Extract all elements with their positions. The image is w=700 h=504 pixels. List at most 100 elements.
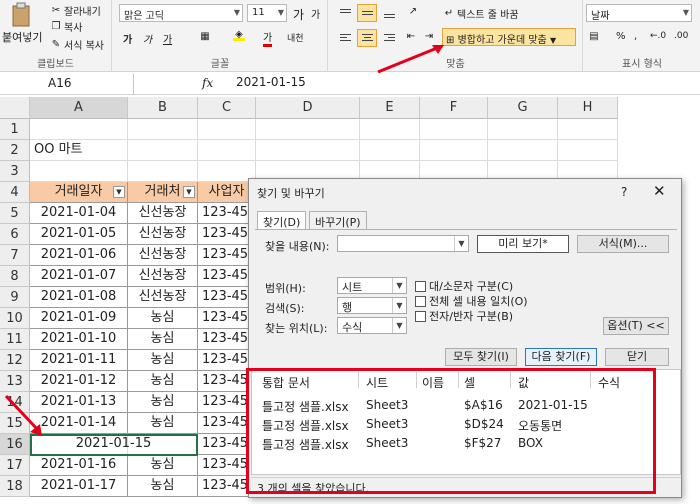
indent-decrease-button[interactable]: ⇤ <box>405 31 417 43</box>
number-format-select[interactable]: 날짜 ▼ <box>586 4 692 22</box>
table-cell[interactable]: 2021-01-14 <box>30 413 128 434</box>
align-center-button[interactable] <box>357 29 377 47</box>
table-cell[interactable]: 농심 <box>128 329 198 350</box>
table-cell[interactable]: 2021-01-11 <box>30 350 128 371</box>
currency-button[interactable]: ▤ <box>588 31 600 43</box>
row-header-16[interactable]: 16 <box>0 434 30 455</box>
row-header-12[interactable]: 12 <box>0 350 30 371</box>
tab-find[interactable]: 찾기(D) <box>257 211 307 229</box>
row-header-18[interactable]: 18 <box>0 476 30 497</box>
grow-font-button[interactable]: 가 <box>293 6 304 23</box>
cell[interactable] <box>128 161 198 182</box>
table-cell[interactable]: 2021-01-07 <box>30 266 128 287</box>
table-cell[interactable]: 2021-01-04 <box>30 203 128 224</box>
table-cell[interactable]: 농심 <box>128 371 198 392</box>
row-header-6[interactable]: 6 <box>0 224 30 245</box>
merge-center-button[interactable]: ⊞ 병합하고 가운데 맞춤 ▼ <box>442 28 576 46</box>
cell[interactable] <box>360 119 420 140</box>
table-cell[interactable]: 2021-01-10 <box>30 329 128 350</box>
search-select[interactable]: 행 ▼ <box>337 297 407 314</box>
border-button[interactable]: ▦ <box>199 31 211 43</box>
fill-color-button[interactable]: ◈ <box>233 29 245 41</box>
font-color-button[interactable]: 가 <box>263 29 273 47</box>
within-select[interactable]: 시트 ▼ <box>337 277 407 294</box>
underline-button[interactable]: 가 <box>163 31 172 46</box>
align-right-button[interactable] <box>379 29 399 47</box>
cell[interactable] <box>420 140 488 161</box>
cell[interactable] <box>488 140 558 161</box>
cut-button[interactable]: ✂ 잘라내기 <box>50 3 101 19</box>
table-cell[interactable]: 2021-01-06 <box>30 245 128 266</box>
results-column-header[interactable]: 통합 문서 <box>262 374 310 391</box>
table-cell[interactable]: 2021-01-13 <box>30 392 128 413</box>
decrease-decimal-button[interactable]: .00 <box>674 31 688 41</box>
phonetic-button[interactable]: 내천 <box>287 31 304 44</box>
row-header-1[interactable]: 1 <box>0 119 30 140</box>
chevron-down-icon[interactable]: ▼ <box>454 236 468 251</box>
cell[interactable] <box>30 119 128 140</box>
table-cell[interactable]: 농심 <box>128 455 198 476</box>
row-header-14[interactable]: 14 <box>0 392 30 413</box>
cell[interactable] <box>488 119 558 140</box>
row-header-5[interactable]: 5 <box>0 203 30 224</box>
match-byte-checkbox[interactable]: 전자/반자 구분(B) <box>415 308 513 324</box>
match-case-checkbox[interactable]: 대/소문자 구분(C) <box>415 278 513 294</box>
cell[interactable] <box>558 119 618 140</box>
column-header-a[interactable]: A <box>30 97 128 119</box>
column-header-f[interactable]: F <box>420 97 488 119</box>
font-size-select[interactable]: 11 ▼ <box>247 4 287 22</box>
name-box[interactable]: A16 <box>0 74 134 94</box>
row-header-11[interactable]: 11 <box>0 329 30 350</box>
align-middle-button[interactable] <box>357 4 377 22</box>
column-header-h[interactable]: H <box>558 97 618 119</box>
row-header-15[interactable]: 15 <box>0 413 30 434</box>
find-next-button[interactable]: 다음 찾기(F) <box>525 348 597 366</box>
align-top-button[interactable] <box>335 4 355 22</box>
table-header[interactable]: 거래일자 ▼ <box>30 182 128 203</box>
row-header-13[interactable]: 13 <box>0 371 30 392</box>
wrap-text-button[interactable]: ↵ 텍스트 줄 바꿈 <box>443 6 519 22</box>
table-cell[interactable]: 2021-01-09 <box>30 308 128 329</box>
table-cell[interactable]: 농심 <box>128 413 198 434</box>
cell[interactable] <box>128 119 198 140</box>
results-column-header[interactable]: 시트 <box>366 374 388 391</box>
cell[interactable] <box>30 161 128 182</box>
format-button[interactable]: 서식(M)... <box>577 235 669 253</box>
table-cell[interactable]: 2021-01-12 <box>30 371 128 392</box>
column-header-g[interactable]: G <box>488 97 558 119</box>
paste-button[interactable]: 붙여넣기 <box>2 29 42 45</box>
row-header-2[interactable]: 2 <box>0 140 30 161</box>
row-header-8[interactable]: 8 <box>0 266 30 287</box>
shrink-font-button[interactable]: 가 <box>311 6 320 21</box>
italic-button[interactable]: 가 <box>143 31 152 46</box>
paste-icon[interactable] <box>10 2 32 28</box>
cell[interactable] <box>558 140 618 161</box>
table-cell[interactable]: 농심 <box>128 308 198 329</box>
column-header-e[interactable]: E <box>360 97 420 119</box>
cell[interactable] <box>360 140 420 161</box>
column-header-c[interactable]: C <box>198 97 256 119</box>
percent-button[interactable]: % <box>616 31 626 42</box>
select-all-corner[interactable] <box>0 97 30 119</box>
tab-replace[interactable]: 바꾸기(P) <box>309 211 367 229</box>
cell[interactable] <box>420 119 488 140</box>
table-cell[interactable]: 2021-01-16 <box>30 455 128 476</box>
row-header-4[interactable]: 4 <box>0 182 30 203</box>
bold-button[interactable]: 가 <box>123 31 132 46</box>
table-cell[interactable]: 신선농장 <box>128 266 198 287</box>
cell[interactable] <box>256 119 360 140</box>
cell[interactable] <box>198 119 256 140</box>
copy-button[interactable]: ❐ 복사 <box>50 19 83 35</box>
results-column-header[interactable]: 셀 <box>464 374 475 391</box>
table-cell[interactable]: 2021-01-17 <box>30 476 128 497</box>
options-button[interactable]: 옵션(T) << <box>603 317 669 335</box>
results-list[interactable]: 통합 문서 시트 이름 셀 값 수식 틀고정 샘플.xlsx Sheet3 $A$16 2021-… <box>251 369 681 475</box>
orientation-button[interactable]: ↗ <box>407 6 419 18</box>
look-in-select[interactable]: 수식 ▼ <box>337 317 407 334</box>
align-left-button[interactable] <box>335 29 355 47</box>
table-header[interactable]: 거래처 ▼ <box>128 182 198 203</box>
increase-decimal-button[interactable]: ←.0 <box>650 31 666 41</box>
row-header-3[interactable]: 3 <box>0 161 30 182</box>
formula-input[interactable]: 2021-01-15 <box>236 75 306 89</box>
table-cell[interactable]: 신선농장 <box>128 287 198 308</box>
